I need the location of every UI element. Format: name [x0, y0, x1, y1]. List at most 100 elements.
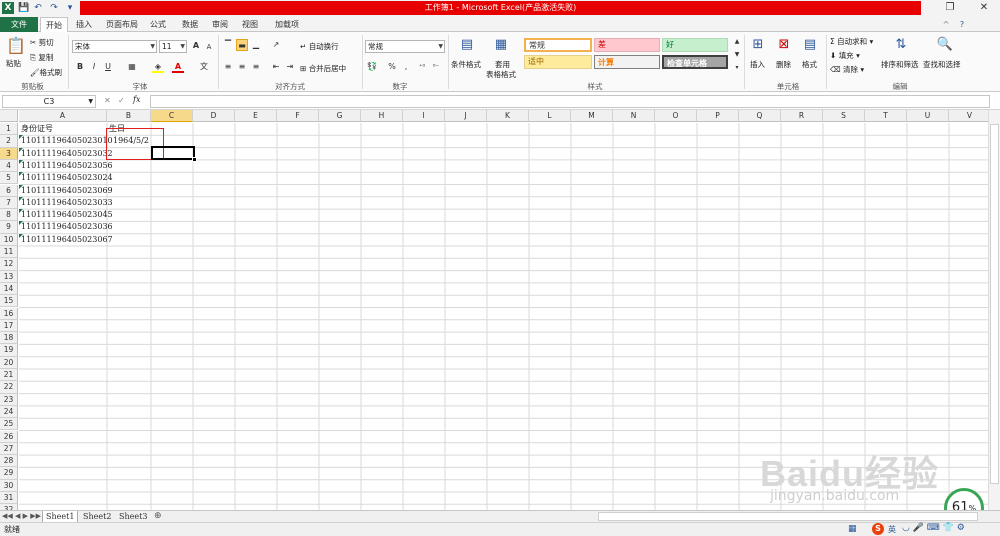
restore-button[interactable]: ❐: [938, 1, 962, 15]
active-cell-cursor[interactable]: [151, 146, 195, 160]
name-box[interactable]: C3 ▼: [2, 95, 96, 108]
horizontal-scrollbar[interactable]: [598, 512, 978, 521]
styles-scroll-down-icon[interactable]: ▼: [731, 49, 743, 61]
formula-input[interactable]: [150, 95, 990, 108]
tab-insert[interactable]: 插入: [72, 17, 96, 32]
cut-button[interactable]: ✂ 剪切: [30, 37, 54, 48]
enter-icon[interactable]: ✓: [118, 96, 125, 105]
tab-page-layout[interactable]: 页面布局: [102, 17, 142, 32]
font-name-select[interactable]: 宋体 ▼: [72, 40, 157, 53]
orientation-icon[interactable]: ↗: [270, 39, 282, 51]
style-check-cell[interactable]: 检查单元格: [662, 55, 728, 69]
cell-A2[interactable]: 110111196405023010: [21, 135, 113, 147]
find-select-button[interactable]: 查找和选择: [923, 59, 961, 70]
paste-icon[interactable]: 📋: [6, 36, 26, 55]
bold-button[interactable]: B: [74, 61, 86, 73]
number-format-select[interactable]: 常规 ▼: [365, 40, 445, 53]
cell-A1[interactable]: 身份证号: [21, 123, 53, 135]
align-left-icon[interactable]: ≡: [222, 61, 234, 73]
grow-font-button[interactable]: A: [190, 40, 202, 52]
close-button[interactable]: ✕: [972, 1, 996, 15]
style-good[interactable]: 好: [662, 38, 728, 52]
fill-color-icon[interactable]: ◈: [152, 61, 164, 73]
conditional-format-icon[interactable]: ▤: [458, 37, 476, 52]
save-icon[interactable]: 💾: [18, 2, 30, 14]
help-icon[interactable]: ?: [956, 17, 968, 32]
underline-button[interactable]: U: [102, 61, 114, 73]
copy-button[interactable]: ⎘ 复制: [30, 52, 53, 63]
ime-lang-label[interactable]: 英: [888, 524, 896, 535]
align-bottom-icon[interactable]: ▁: [250, 39, 262, 51]
phonetic-button[interactable]: 文: [198, 61, 210, 73]
sogou-ime-icon[interactable]: S: [872, 523, 884, 535]
cell-A4[interactable]: 110111196405023056: [21, 160, 113, 172]
italic-button[interactable]: I: [88, 61, 100, 73]
tab-data[interactable]: 数据: [178, 17, 202, 32]
tab-view[interactable]: 视图: [238, 17, 262, 32]
wrap-text-button[interactable]: ↵ 自动换行: [300, 41, 339, 52]
style-calculation[interactable]: 计算: [594, 55, 660, 69]
align-middle-icon[interactable]: ▬: [236, 39, 248, 51]
tab-home[interactable]: 开始: [40, 17, 68, 32]
styles-scroll-up-icon[interactable]: ▲: [731, 36, 743, 48]
format-as-table-line2[interactable]: 表格格式: [486, 69, 516, 80]
clear-button[interactable]: ⌫ 清除 ▾: [830, 64, 864, 75]
style-bad[interactable]: 差: [594, 38, 660, 52]
font-color-button[interactable]: A: [172, 61, 184, 73]
conditional-format-button[interactable]: 条件格式: [451, 59, 481, 70]
vertical-scrollbar[interactable]: [988, 110, 1000, 510]
cell-A10[interactable]: 110111196405023067: [21, 234, 113, 246]
tab-review[interactable]: 审阅: [208, 17, 232, 32]
find-select-icon[interactable]: 🔍: [936, 37, 954, 52]
cell-A6[interactable]: 110111196405023069: [21, 185, 113, 197]
shrink-font-button[interactable]: A: [203, 41, 215, 53]
sheet-nav-arrows[interactable]: ◀◀ ◀ ▶ ▶▶: [2, 512, 41, 520]
autosum-button[interactable]: Σ 自动求和 ▾: [830, 36, 873, 47]
decrease-decimal-icon[interactable]: ⁰⁻: [430, 61, 442, 73]
undo-icon[interactable]: ↶: [32, 2, 44, 14]
redo-icon[interactable]: ↷: [48, 2, 60, 14]
paste-button[interactable]: 粘贴: [6, 58, 21, 69]
comma-button[interactable]: ,: [400, 61, 412, 73]
delete-cells-icon[interactable]: ⊠: [776, 37, 792, 52]
format-cells-button[interactable]: 格式: [802, 59, 817, 70]
cancel-icon[interactable]: ✕: [104, 96, 111, 105]
format-cells-icon[interactable]: ▤: [802, 37, 818, 52]
align-right-icon[interactable]: ≡: [250, 61, 262, 73]
cell-A7[interactable]: 110111196405023033: [21, 197, 113, 209]
cell-A3[interactable]: 110111196405023032: [21, 148, 113, 160]
align-top-icon[interactable]: ▔: [222, 39, 234, 51]
delete-cells-button[interactable]: 删除: [776, 59, 791, 70]
minimize-ribbon-icon[interactable]: ^: [940, 17, 952, 32]
increase-decimal-icon[interactable]: ⁺⁰: [416, 61, 428, 73]
increase-indent-icon[interactable]: ⇥: [284, 61, 296, 73]
styles-more-icon[interactable]: ▾: [731, 62, 743, 74]
insert-cells-icon[interactable]: ⊞: [750, 37, 766, 52]
percent-button[interactable]: %: [386, 61, 398, 73]
decrease-indent-icon[interactable]: ⇤: [270, 61, 282, 73]
view-normal-icon[interactable]: ▦: [848, 524, 857, 534]
format-as-table-icon[interactable]: ▦: [492, 37, 510, 52]
style-normal[interactable]: 常规: [524, 38, 592, 52]
insert-sheet-icon[interactable]: ⊕: [154, 511, 162, 521]
cell-A9[interactable]: 110111196405023036: [21, 221, 113, 233]
align-center-icon[interactable]: ≡: [236, 61, 248, 73]
scroll-thumb[interactable]: [990, 124, 999, 484]
insert-cells-button[interactable]: 插入: [750, 59, 765, 70]
style-neutral[interactable]: 适中: [524, 55, 592, 69]
sort-filter-button[interactable]: 排序和筛选: [881, 59, 919, 70]
merge-center-button[interactable]: ⊞ 合并后居中: [300, 63, 346, 74]
cell-A5[interactable]: 110111196405023024: [21, 172, 113, 184]
tab-addins[interactable]: 加载项: [270, 17, 304, 32]
sort-filter-icon[interactable]: ⇅: [892, 37, 910, 52]
fill-handle[interactable]: [192, 157, 197, 162]
cell-A8[interactable]: 110111196405023045: [21, 209, 113, 221]
font-size-select[interactable]: 11 ▼: [159, 40, 187, 53]
border-icon[interactable]: ▦: [126, 61, 138, 73]
qat-customize-icon[interactable]: ▾: [64, 2, 76, 14]
worksheet-grid[interactable]: ABCDEFGHIJKLMNOPQRSTUV 1 2 3 4 5 6 7 8 9 10 11 12 13…: [0, 110, 1000, 510]
tab-formulas[interactable]: 公式: [146, 17, 170, 32]
fill-button[interactable]: ⬇ 填充 ▾: [830, 50, 860, 61]
insert-function-button[interactable]: fx: [133, 95, 140, 104]
tab-file[interactable]: 文件: [0, 17, 38, 32]
